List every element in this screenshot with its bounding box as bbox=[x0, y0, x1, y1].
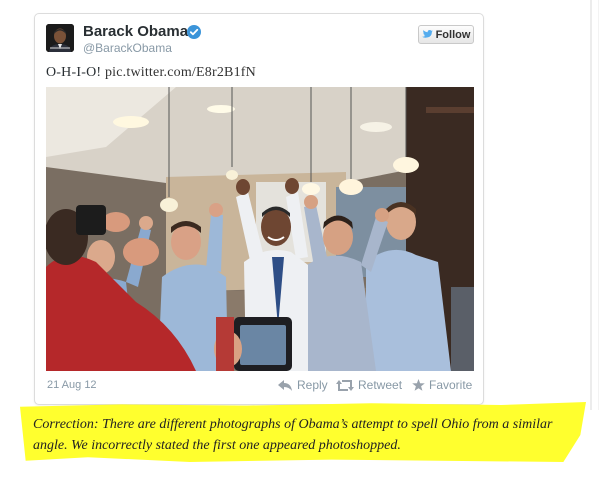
reply-label: Reply bbox=[297, 378, 328, 392]
tweet-photo[interactable] bbox=[46, 87, 474, 371]
favorite-button[interactable]: Favorite bbox=[412, 378, 472, 392]
tweet-text-body: O-H-I-O! bbox=[46, 65, 105, 80]
embedded-tweet: Barack Obama @BarackObama Follow O-H-I-O… bbox=[34, 13, 484, 405]
follow-button[interactable]: Follow bbox=[418, 25, 474, 44]
twitter-bird-icon bbox=[421, 30, 433, 38]
star-icon bbox=[412, 379, 425, 391]
author-handle[interactable]: @BarackObama bbox=[83, 41, 172, 55]
author-name[interactable]: Barack Obama bbox=[83, 23, 188, 40]
author-avatar[interactable] bbox=[46, 24, 74, 52]
tweet-timestamp[interactable]: 21 Aug 12 bbox=[47, 379, 97, 391]
tweet-media-link[interactable]: pic.twitter.com/E8r2B1fN bbox=[105, 65, 256, 80]
verified-badge-icon bbox=[187, 25, 201, 39]
reply-button[interactable]: Reply bbox=[278, 378, 328, 392]
tweet-text: O-H-I-O! pic.twitter.com/E8r2B1fN bbox=[46, 65, 256, 81]
reply-arrow-icon bbox=[278, 379, 292, 391]
page-edge-shadow bbox=[598, 0, 599, 410]
retweet-icon bbox=[336, 379, 354, 391]
correction-note: Correction: There are different photogra… bbox=[33, 417, 553, 453]
page-edge bbox=[590, 0, 592, 410]
retweet-button[interactable]: Retweet bbox=[336, 378, 402, 392]
follow-label: Follow bbox=[435, 28, 471, 41]
retweet-label: Retweet bbox=[358, 378, 403, 392]
favorite-label: Favorite bbox=[429, 378, 473, 392]
